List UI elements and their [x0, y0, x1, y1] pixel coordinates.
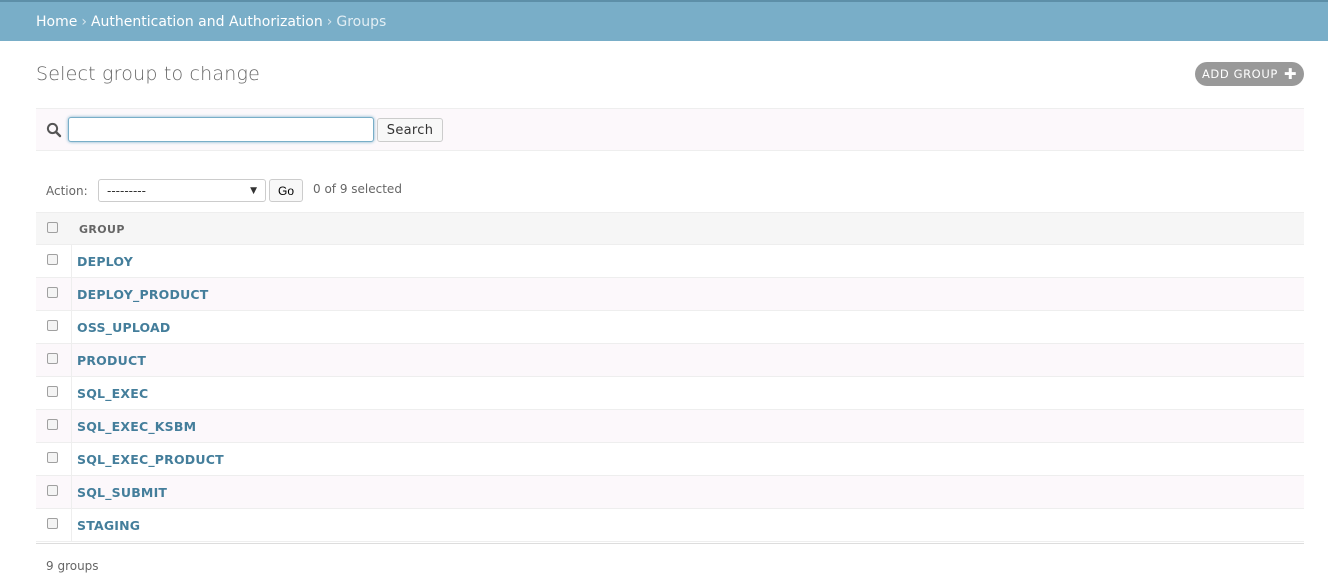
table-row: DEPLOY_PRODUCT [36, 278, 1304, 311]
breadcrumb: Home › Authentication and Authorization … [0, 0, 1328, 41]
group-link[interactable]: PRODUCT [77, 353, 146, 368]
paginator: 9 groups [36, 543, 1304, 583]
row-checkbox[interactable] [47, 353, 58, 364]
group-link[interactable]: OSS_UPLOAD [77, 320, 171, 335]
group-link[interactable]: SQL_EXEC_KSBM [77, 419, 196, 434]
row-checkbox[interactable] [47, 254, 58, 265]
action-label: Action: [46, 184, 88, 198]
actions-bar: Action: --------- ▼ Go 0 of 9 selected [36, 177, 1304, 205]
action-select[interactable]: --------- ▼ [98, 179, 266, 202]
chevron-down-icon: ▼ [250, 185, 257, 196]
row-checkbox[interactable] [47, 452, 58, 463]
table-row: SQL_SUBMIT [36, 476, 1304, 509]
row-checkbox[interactable] [47, 386, 58, 397]
table-row: STAGING [36, 509, 1304, 542]
breadcrumb-home[interactable]: Home [36, 14, 77, 30]
table-row: OSS_UPLOAD [36, 311, 1304, 344]
go-button[interactable]: Go [269, 179, 303, 202]
table-row: SQL_EXEC [36, 377, 1304, 410]
search-toolbar: Search [36, 108, 1304, 151]
page-title: Select group to change [36, 63, 260, 85]
action-select-value: --------- [107, 183, 146, 198]
group-link[interactable]: SQL_EXEC_PRODUCT [77, 452, 224, 467]
breadcrumb-separator: › [326, 13, 333, 30]
group-link[interactable]: SQL_EXEC [77, 386, 148, 401]
row-checkbox[interactable] [47, 419, 58, 430]
row-checkbox[interactable] [47, 287, 58, 298]
row-checkbox[interactable] [47, 320, 58, 331]
table-row: SQL_EXEC_PRODUCT [36, 443, 1304, 476]
search-input[interactable] [68, 117, 374, 142]
add-group-button[interactable]: ADD GROUP ✚ [1195, 62, 1304, 86]
results-table: GROUP DEPLOY DEPLOY_PRODUCT OSS_UPLOAD P… [36, 212, 1304, 542]
table-row: SQL_EXEC_KSBM [36, 410, 1304, 443]
group-link[interactable]: SQL_SUBMIT [77, 485, 167, 500]
group-link[interactable]: DEPLOY_PRODUCT [77, 287, 209, 302]
search-button[interactable]: Search [377, 118, 443, 142]
breadcrumb-separator: › [81, 13, 87, 30]
select-all-checkbox[interactable] [47, 222, 58, 233]
breadcrumb-app[interactable]: Authentication and Authorization [91, 14, 323, 30]
group-link[interactable]: DEPLOY [77, 254, 133, 269]
plus-icon: ✚ [1283, 64, 1298, 83]
add-group-label: ADD GROUP [1201, 67, 1278, 81]
table-row: PRODUCT [36, 344, 1304, 377]
selected-counter: 0 of 9 selected [313, 182, 402, 196]
column-header-group[interactable]: GROUP [79, 223, 125, 236]
table-header: GROUP [36, 212, 1304, 245]
result-count: 9 groups [46, 559, 99, 573]
breadcrumb-current: Groups [336, 13, 387, 30]
row-checkbox[interactable] [47, 485, 58, 496]
table-row: DEPLOY [36, 245, 1304, 278]
row-checkbox[interactable] [47, 518, 58, 529]
group-link[interactable]: STAGING [77, 518, 140, 533]
search-icon [46, 122, 62, 138]
